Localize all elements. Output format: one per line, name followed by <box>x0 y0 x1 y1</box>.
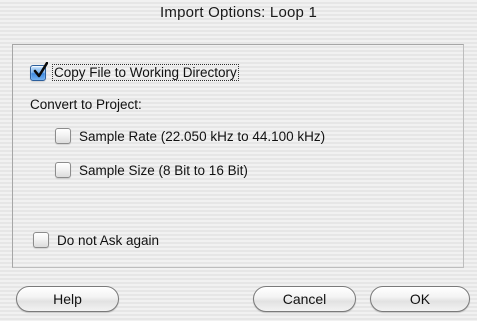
help-button[interactable]: Help <box>16 286 119 312</box>
do-not-ask-checkbox[interactable] <box>33 232 49 248</box>
sample-rate-label[interactable]: Sample Rate (22.050 kHz to 44.100 kHz) <box>79 129 325 144</box>
sample-rate-option[interactable]: Sample Rate (22.050 kHz to 44.100 kHz) <box>55 128 325 144</box>
sample-size-label[interactable]: Sample Size (8 Bit to 16 Bit) <box>79 163 248 178</box>
convert-to-project-heading: Convert to Project: <box>30 97 142 112</box>
dialog-title: Import Options: Loop 1 <box>160 4 317 21</box>
checkmark-icon <box>33 61 48 77</box>
import-options-dialog: Import Options: Loop 1 Copy File to Work… <box>0 0 477 321</box>
copy-file-label[interactable]: Copy File to Working Directory <box>52 64 239 81</box>
cancel-button[interactable]: Cancel <box>253 286 356 312</box>
sample-rate-checkbox[interactable] <box>55 128 71 144</box>
do-not-ask-label[interactable]: Do not Ask again <box>57 233 159 248</box>
copy-file-checkbox[interactable] <box>30 61 48 81</box>
sample-size-checkbox[interactable] <box>55 162 71 178</box>
do-not-ask-option[interactable]: Do not Ask again <box>33 232 159 248</box>
ok-button[interactable]: OK <box>370 286 470 312</box>
sample-size-option[interactable]: Sample Size (8 Bit to 16 Bit) <box>55 162 248 178</box>
copy-file-option[interactable]: Copy File to Working Directory <box>30 61 239 81</box>
